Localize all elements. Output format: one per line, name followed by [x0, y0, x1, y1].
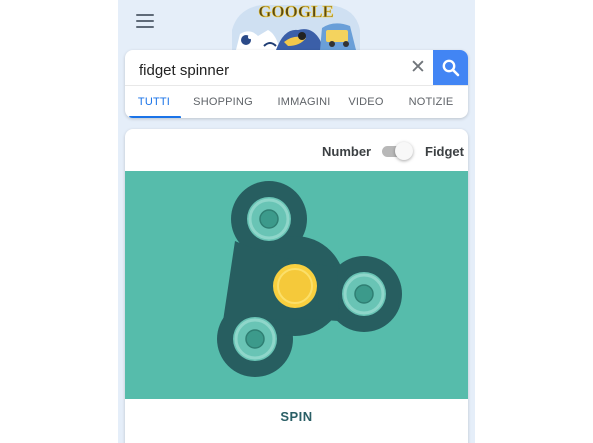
google-doodle[interactable]: GOOGLE — [228, 0, 364, 50]
tab-all[interactable]: TUTTI — [125, 86, 183, 118]
header: GOOGLE — [118, 0, 475, 50]
mode-toggle-switch[interactable] — [382, 142, 413, 160]
search-button[interactable] — [433, 50, 468, 85]
mode-toggle-row: Number Fidget — [125, 129, 468, 171]
search-box: ✕ TUTTI SHOPPING IMMAGINI VIDEO NOTIZIE — [125, 50, 468, 118]
center-bearing-icon — [273, 264, 317, 308]
tab-news[interactable]: NOTIZIE — [403, 86, 459, 118]
tab-images[interactable]: IMMAGINI — [271, 86, 337, 118]
spinner-stage[interactable] — [125, 171, 468, 399]
search-input[interactable] — [139, 59, 399, 81]
bearing-bottom-icon — [233, 317, 277, 361]
fidget-spinner-card: Number Fidget SPIN — [125, 129, 468, 443]
tab-video[interactable]: VIDEO — [346, 86, 386, 118]
clear-icon[interactable]: ✕ — [410, 58, 426, 78]
spin-button[interactable]: SPIN — [125, 399, 468, 443]
fidget-spinner[interactable] — [125, 171, 468, 399]
mode-number-label: Number — [322, 144, 372, 159]
phone-screen: GOOGLE ✕ TUTTI SHOPPING IMMAGINI VIDEO N… — [118, 0, 475, 443]
bearing-right-icon — [342, 272, 386, 316]
search-tabs: TUTTI SHOPPING IMMAGINI VIDEO NOTIZIE — [125, 85, 468, 118]
search-icon — [442, 59, 459, 76]
mode-fidget-label: Fidget — [425, 144, 464, 159]
tab-shopping[interactable]: SHOPPING — [187, 86, 259, 118]
hamburger-menu-icon[interactable] — [136, 14, 154, 28]
bearing-top-icon — [247, 197, 291, 241]
active-tab-indicator — [129, 116, 181, 118]
doodle-text: GOOGLE — [258, 2, 334, 21]
